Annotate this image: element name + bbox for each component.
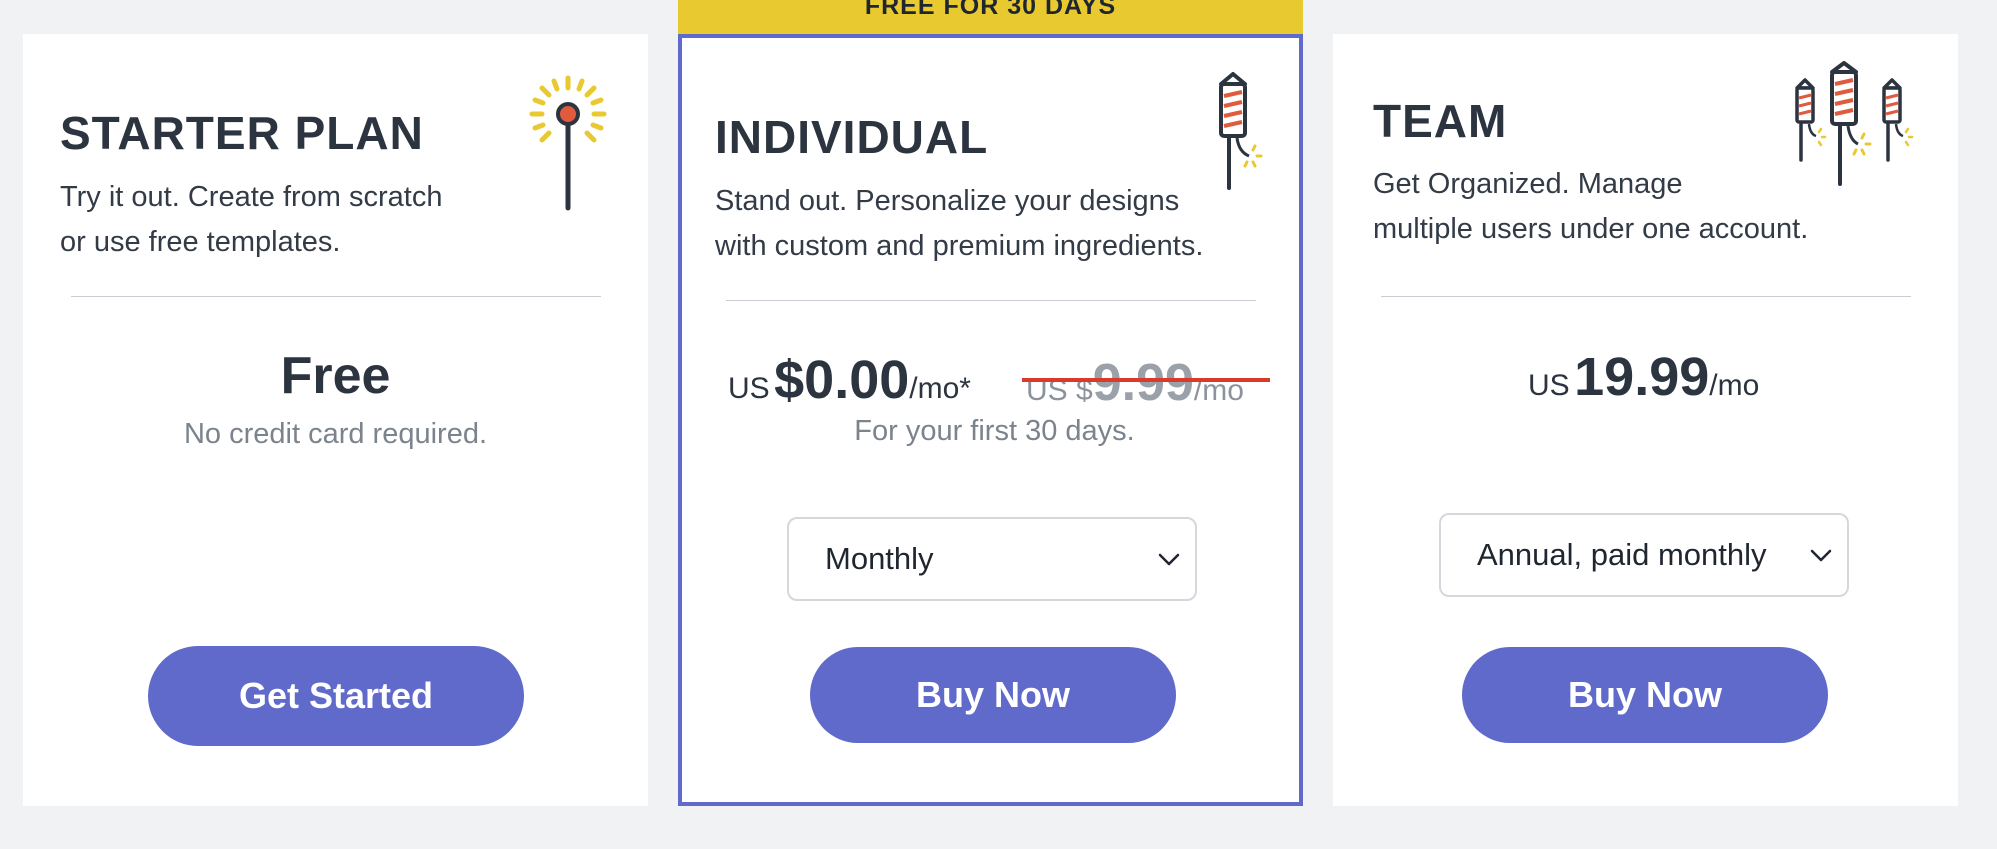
plan-title: INDIVIDUAL — [715, 111, 989, 163]
sparkler-icon — [529, 75, 607, 211]
plan-description-line: or use free templates. — [60, 226, 341, 258]
plan-card-individual: INDIVIDUAL Stand out. Personalize your d… — [678, 34, 1303, 806]
pricing-page: FREE FOR 30 DAYS STARTER PLAN Try it out… — [0, 0, 1997, 849]
divider — [726, 300, 1256, 301]
plan-card-starter: STARTER PLAN Try it out. Create from scr… — [23, 34, 648, 806]
currency-label: US — [728, 372, 770, 405]
old-price-amount: 9.99 — [1092, 354, 1194, 412]
banner-text: FREE FOR 30 DAYS — [864, 0, 1117, 20]
plan-description: Stand out. Personalize your designs with… — [715, 179, 1203, 269]
chevron-down-icon — [1810, 549, 1832, 562]
firework-rocket-icon — [1219, 72, 1263, 190]
currency-label: US — [1528, 369, 1570, 402]
original-price: US $9.99/mo — [1026, 353, 1244, 413]
buy-now-button[interactable]: Buy Now — [810, 647, 1176, 743]
price-amount: 19.99 — [1574, 347, 1710, 407]
plan-description: Get Organized. Manage multiple users und… — [1373, 162, 1808, 252]
plan-description-line: with custom and premium ingredients. — [715, 230, 1204, 262]
plan-title: STARTER PLAN — [60, 107, 424, 159]
billing-select-value: Monthly — [825, 541, 934, 576]
billing-select[interactable]: Monthly — [787, 517, 1197, 601]
price-amount: $0.00 — [774, 350, 910, 410]
price-free: Free — [280, 347, 391, 405]
plan-title: TEAM — [1373, 95, 1508, 147]
chevron-down-icon — [1158, 553, 1180, 566]
buy-now-button[interactable]: Buy Now — [1462, 647, 1828, 743]
price-period: /mo — [1709, 369, 1760, 402]
plan-description: Try it out. Create from scratch or use f… — [60, 175, 442, 265]
current-price: US $0.00/mo* — [728, 349, 971, 411]
current-price: US 19.99/mo — [1528, 346, 1759, 408]
billing-select-value: Annual, paid monthly — [1477, 537, 1767, 572]
price-note: For your first 30 days. — [854, 415, 1135, 447]
divider — [1381, 296, 1911, 297]
get-started-button[interactable]: Get Started — [148, 646, 524, 746]
billing-select[interactable]: Annual, paid monthly — [1439, 513, 1849, 597]
plan-card-team: TEAM Get Organized. Manage multiple user… — [1333, 34, 1958, 806]
plan-description-line: Get Organized. Manage — [1373, 168, 1683, 200]
price-strikethrough — [1022, 378, 1270, 382]
free-trial-banner: FREE FOR 30 DAYS — [678, 0, 1303, 34]
plan-description-line: multiple users under one account. — [1373, 213, 1809, 245]
divider — [71, 296, 601, 297]
price-note: No credit card required. — [183, 418, 488, 450]
plan-description-line: Try it out. Create from scratch — [60, 181, 443, 213]
plan-description-line: Stand out. Personalize your designs — [715, 185, 1180, 217]
firework-rockets-icon — [1795, 61, 1914, 186]
price-period: /mo* — [909, 372, 971, 405]
